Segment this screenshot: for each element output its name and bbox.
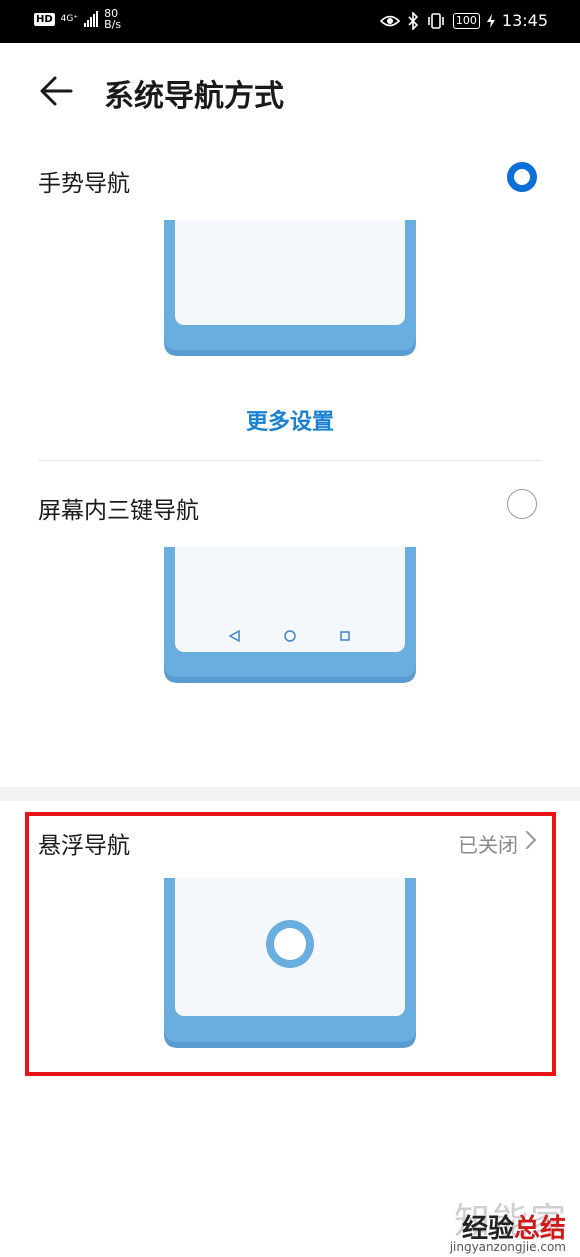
signal-icon — [84, 11, 99, 27]
three-key-nav-radio[interactable] — [507, 489, 537, 519]
eye-comfort-icon — [379, 15, 400, 26]
bluetooth-icon — [408, 11, 419, 30]
highlight-box — [25, 812, 556, 1076]
speed-unit: B/s — [104, 18, 122, 31]
network-type: 4G⁺ — [60, 14, 79, 24]
status-bar: HD 4G⁺ 80 B/s 100 13:45 — [0, 0, 580, 43]
divider — [38, 460, 542, 461]
gesture-nav-label[interactable]: 手势导航 — [38, 164, 130, 198]
app-header: 系统导航方式 — [0, 43, 580, 138]
gesture-nav-preview — [164, 220, 416, 356]
vibrate-icon — [428, 12, 444, 29]
watermark-url: jingyanzongjie.com — [449, 1240, 566, 1254]
back-arrow-icon[interactable] — [38, 73, 74, 109]
charging-icon — [486, 13, 495, 28]
status-right: 100 13:45 — [379, 11, 548, 30]
battery-icon: 100 — [452, 12, 480, 29]
hd-badge: HD — [34, 12, 55, 26]
section-gap — [0, 787, 580, 801]
network-speed: 80 B/s — [104, 8, 121, 30]
page-title: 系统导航方式 — [104, 79, 284, 114]
gesture-nav-radio[interactable] — [507, 162, 537, 192]
three-key-nav-label[interactable]: 屏幕内三键导航 — [38, 491, 199, 525]
three-key-nav-preview — [164, 547, 416, 683]
status-left: HD 4G⁺ 80 B/s — [34, 8, 121, 30]
more-settings-link[interactable]: 更多设置 — [0, 404, 580, 436]
clock: 13:45 — [501, 11, 548, 30]
